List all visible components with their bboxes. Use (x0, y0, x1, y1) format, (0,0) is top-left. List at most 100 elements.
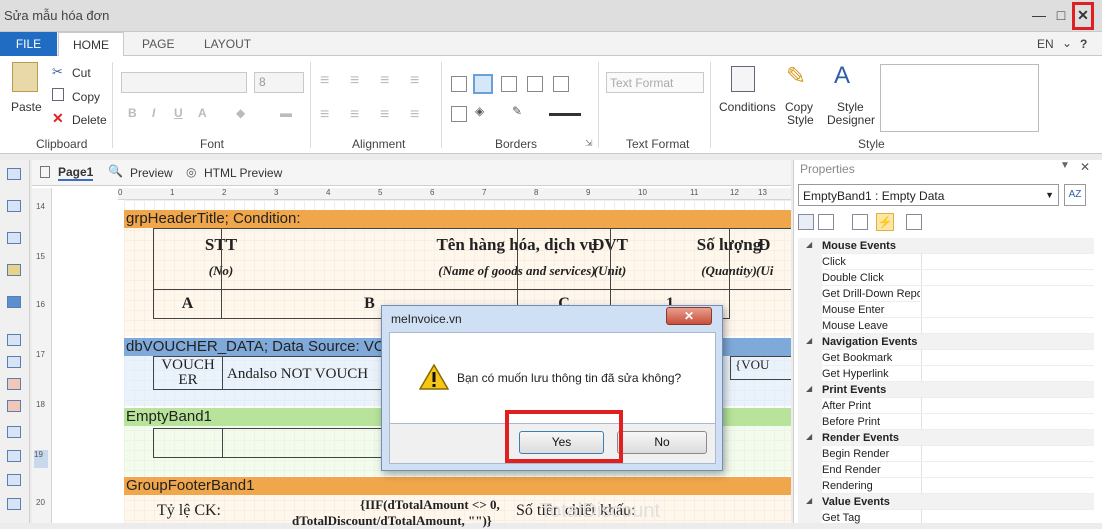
header-cell-stt[interactable]: STT (No) (153, 228, 237, 290)
header-cell-unit[interactable]: ĐVT (Unit) (517, 228, 628, 290)
property-item[interactable]: Click (822, 254, 1094, 270)
align-top-icon[interactable]: ≡ (320, 72, 329, 90)
highlight-icon[interactable]: ◆ (236, 106, 245, 120)
font-size-select[interactable]: 8 (254, 72, 304, 93)
clear-format-icon[interactable]: ▬ (280, 106, 292, 120)
border-right-icon[interactable] (527, 76, 543, 92)
table-icon[interactable] (7, 498, 21, 510)
band-footer[interactable]: GroupFooterBand1 (124, 477, 791, 495)
subreport-icon[interactable] (7, 474, 21, 486)
text-format-select[interactable]: Text Format (606, 72, 704, 93)
rich-text-icon[interactable] (7, 356, 21, 368)
events-icon[interactable]: ⚡ (876, 213, 894, 231)
container-icon[interactable] (7, 450, 21, 462)
data-band-icon[interactable] (7, 232, 21, 244)
property-category[interactable]: Render Events (822, 430, 1094, 446)
underline-icon[interactable]: U (174, 106, 183, 120)
property-category[interactable]: Mouse Events (822, 238, 1094, 254)
border-top-icon[interactable] (553, 76, 569, 92)
settings-icon[interactable] (906, 214, 922, 230)
empty-cell[interactable] (153, 428, 223, 458)
header-cell-name[interactable]: Tên hàng hóa, dịch vụ (Name of goods and… (221, 228, 598, 290)
property-item[interactable]: Get Tag (822, 510, 1094, 526)
style-designer-button[interactable]: Style (837, 100, 864, 114)
align-center-icon[interactable]: ≡ (350, 106, 359, 124)
property-item[interactable]: Begin Render (822, 446, 1094, 462)
header-cell-qty[interactable]: Số lượng (Quantity) (610, 228, 761, 290)
tab-file[interactable]: FILE (0, 32, 57, 56)
tab-html-preview[interactable]: HTML Preview (204, 166, 282, 180)
no-button[interactable]: No (617, 431, 707, 454)
image-icon[interactable] (7, 264, 21, 276)
align-justify-icon[interactable]: ≡ (410, 72, 419, 90)
copy-style-icon[interactable]: ✎ (786, 62, 806, 91)
property-item[interactable]: Get Drill-Down Repo (822, 286, 920, 302)
text-icon[interactable] (7, 334, 21, 346)
label-icon[interactable] (7, 400, 21, 412)
property-item[interactable]: Mouse Leave (822, 318, 1094, 334)
align-middle-icon[interactable]: ≡ (350, 72, 359, 90)
align-right-icon[interactable]: ≡ (380, 106, 389, 124)
tab-home[interactable]: HOME (58, 32, 124, 57)
copy-style-button[interactable]: Copy (785, 100, 813, 114)
property-category[interactable]: Print Events (822, 382, 1094, 398)
property-item[interactable]: End Render (822, 462, 1094, 478)
collapse-icon[interactable]: ◢ (806, 384, 812, 393)
data-cell-andalso[interactable]: Andalso NOT VOUCH (222, 356, 382, 390)
property-item[interactable]: Get Bookmark (822, 350, 1094, 366)
style-gallery[interactable] (880, 64, 1039, 132)
border-none-icon[interactable] (473, 74, 493, 94)
collapse-icon[interactable]: ◢ (806, 432, 812, 441)
border-color-icon[interactable]: ✎ (512, 104, 522, 118)
align-left-icon[interactable]: ≡ (320, 106, 329, 124)
property-item[interactable]: Double Click (822, 270, 1094, 286)
border-left-icon[interactable] (501, 76, 517, 92)
chevron-down-icon[interactable]: ⌄ (1062, 36, 1072, 50)
rate-expression[interactable]: {IIF(dTotalAmount <> 0, (360, 497, 500, 513)
property-category[interactable]: Navigation Events (822, 334, 1094, 350)
minimize-icon[interactable]: — (1030, 6, 1048, 24)
help-icon[interactable]: ? (1080, 37, 1087, 51)
property-item[interactable]: Mouse Enter (822, 302, 1094, 318)
italic-icon[interactable]: I (152, 106, 155, 120)
tab-preview[interactable]: Preview (130, 166, 173, 180)
properties-icon[interactable] (852, 214, 868, 230)
paste-button[interactable]: Paste (11, 100, 42, 114)
border-style-icon[interactable] (549, 113, 581, 116)
border-all-icon[interactable] (451, 76, 467, 92)
property-item[interactable]: Rendering (822, 478, 1094, 494)
property-item[interactable]: After Print (822, 398, 1094, 414)
pin-icon[interactable]: ▼ (1060, 160, 1070, 171)
dialog-launcher-icon[interactable]: ⇲ (585, 138, 593, 149)
delete-button[interactable]: Delete (72, 113, 107, 127)
style-designer-icon[interactable]: A (834, 62, 850, 90)
label-icon[interactable] (7, 378, 21, 390)
border-bottom-icon[interactable] (451, 106, 467, 122)
categorized-icon[interactable] (798, 214, 814, 230)
report-band-icon[interactable] (7, 168, 21, 180)
paste-icon[interactable] (12, 62, 38, 92)
align-bottom-icon[interactable]: ≡ (380, 72, 389, 90)
component-icon[interactable] (7, 296, 21, 308)
property-item[interactable]: Before Print (822, 414, 1094, 430)
font-family-select[interactable] (121, 72, 247, 93)
rate-label[interactable]: Tỷ lệ CK: (157, 502, 221, 520)
tab-page[interactable]: PAGE (128, 32, 188, 56)
conditions-icon[interactable] (731, 66, 755, 92)
bold-icon[interactable]: B (128, 106, 137, 120)
word-wrap-icon[interactable]: ≡ (410, 106, 419, 124)
sort-icon[interactable]: AZ (1064, 184, 1086, 206)
group-band-icon[interactable] (7, 200, 21, 212)
property-item[interactable]: Get Hyperlink (822, 366, 1094, 382)
property-category[interactable]: Value Events (822, 494, 1094, 510)
conditions-button[interactable]: Conditions (719, 100, 776, 114)
header-cell-next[interactable]: Đ (Ui (729, 228, 791, 290)
dialog-close-button[interactable]: ✕ (666, 307, 712, 325)
maximize-icon[interactable]: □ (1052, 6, 1070, 24)
collapse-icon[interactable]: ◢ (806, 496, 812, 505)
alphabetical-icon[interactable] (818, 214, 834, 230)
panel-close-icon[interactable]: ✕ (1080, 160, 1090, 174)
empty-cell[interactable] (222, 428, 382, 458)
col-index-a[interactable]: A (153, 289, 222, 319)
data-cell-voucher[interactable]: VOUCH ER (153, 356, 223, 390)
